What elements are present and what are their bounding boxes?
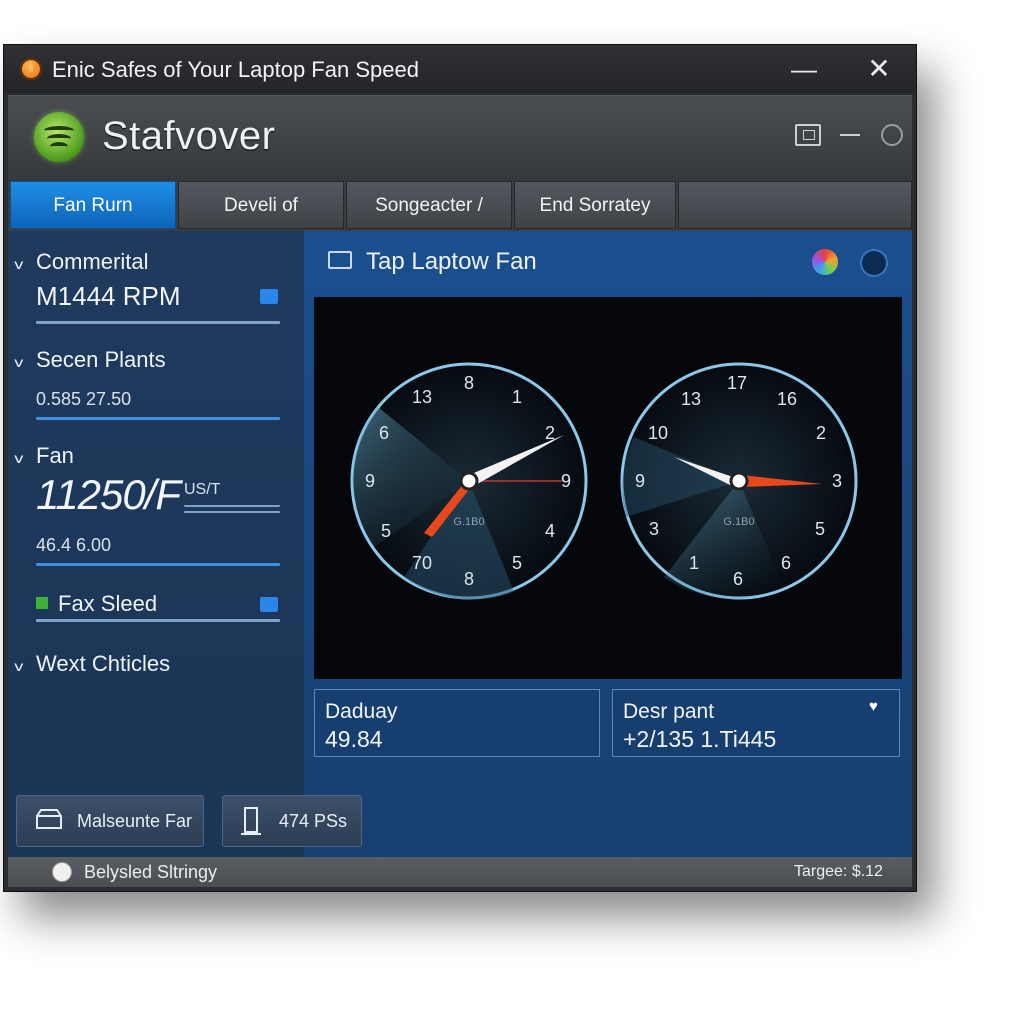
maintenance-button[interactable]: Malseunte Far [16,795,204,847]
window-title: Enic Safes of Your Laptop Fan Speed [52,57,419,82]
gauge-number: 9 [365,471,375,491]
divider [184,505,280,507]
app-header: Stafvover [8,95,912,182]
status-bar: Belysled Sltringy Targee: $.12 [8,857,912,887]
gauge-left: 8 1 2 9 4 5 8 70 5 9 6 13 G.1B0 [350,362,588,600]
divider [36,619,280,622]
section-wext-chticles[interactable]: v Wext Chticles [14,651,171,677]
chevron-down-icon: v [14,658,24,674]
toggle-square[interactable] [260,597,278,612]
tab-end-sorratey[interactable]: End Sorratey [514,181,676,229]
gauge-number: 2 [816,423,826,443]
section-title: Commerital [36,249,149,274]
gauge-center-label: G.1B0 [453,516,484,528]
gauge-display: 8 1 2 9 4 5 8 70 5 9 6 13 G.1B0 17 16 2 … [314,297,902,679]
gauge-number: 3 [832,471,842,491]
gauge-number: 9 [561,471,571,491]
gauge-number: 9 [635,471,645,491]
divider [36,321,280,324]
chevron-down-icon: v [14,256,24,272]
section-fan[interactable]: v Fan [14,443,74,469]
status-radio[interactable] [52,862,72,882]
heart-icon[interactable]: ♥ [869,698,889,715]
gauge-number: 16 [777,389,797,409]
gauge-number: 13 [412,387,432,407]
gauge-number: 3 [649,519,659,539]
section-title: Fan [36,443,74,468]
tab-empty[interactable] [678,181,912,229]
title-bar: Enic Safes of Your Laptop Fan Speed — ✕ [4,45,916,93]
gauge-number: 4 [545,521,555,541]
toggle-square[interactable] [260,289,278,304]
tab-fan-rurn[interactable]: Fan Rurn [10,181,176,229]
tab-bar: Fan Rurn Develi of Songeacter / End Sorr… [8,181,912,231]
gauge-number: 8 [464,373,474,393]
gauge-number: 1 [512,387,522,407]
app-icon [20,58,42,80]
gauge-number: 8 [464,569,474,589]
readout-label: Daduay [325,700,398,723]
panel-header: Tap Laptow Fan [304,231,912,289]
rpm-value: M1444 RPM [36,281,181,311]
minimize-dash-icon[interactable] [840,134,860,136]
logo-icon [34,112,84,162]
logo-text: Stafvover [102,114,276,158]
readout-value: 49.84 [325,726,383,752]
circle-icon[interactable] [881,124,903,146]
app-window: Enic Safes of Your Laptop Fan Speed — ✕ … [3,44,917,892]
gauge-number: 1 [689,553,699,573]
tab-develi-of[interactable]: Develi of [178,181,344,229]
gauge-number: 17 [727,373,747,393]
section-fax-sleed[interactable]: Fax Sleed [58,591,157,617]
section-title: Wext Chticles [36,651,171,676]
sidebar: v Commerital M1444 RPM v Secen Plants 0.58… [8,231,304,857]
readout-value: +2/135 1.Ti445 [623,726,777,752]
gauge-number: 6 [733,569,743,589]
fan-unit: US/T [184,481,221,498]
gauge-right: 17 16 2 3 5 6 6 1 3 9 10 13 G.1B0 [620,362,858,600]
section-title: Secen Plants [36,347,166,372]
divider [184,511,280,513]
main-panel: Tap Laptow Fan 8 1 2 9 4 5 8 70 5 9 6 13… [304,231,912,857]
button-label: 474 PSs [279,811,348,831]
battery-icon [241,806,263,841]
status-right-text: Targee: $.12 [794,863,883,880]
chevron-down-icon: v [14,450,24,466]
display-icon[interactable] [795,124,821,146]
divider [36,563,280,566]
gauge-number: 70 [412,553,432,573]
status-left-text: Belysled Sltringy [84,862,218,882]
close-button[interactable]: ✕ [859,55,899,83]
status-dot-icon [36,597,48,609]
section-secen-plants[interactable]: v Secen Plants [14,347,166,373]
readout-desr-pant: Desr pant +2/135 1.Ti445 ♥ [612,689,900,757]
color-wheel-icon[interactable] [812,249,838,275]
drive-icon [33,808,65,839]
button-label: Malseunte Far [77,811,193,831]
gauge-number: 10 [648,423,668,443]
readout-label: Desr pant [623,700,715,723]
plants-value: 0.585 27.50 [36,389,132,409]
minimize-button[interactable]: — [784,55,824,83]
panel-title: Tap Laptow Fan [366,248,537,275]
fan-speed-value: 11250/F [36,471,181,518]
tab-songeacter[interactable]: Songeacter / [346,181,512,229]
gauge-number: 5 [512,553,522,573]
fan-sub-value: 46.4 6.00 [36,535,112,555]
gauge-number: 5 [815,519,825,539]
section-commerital[interactable]: v Commerital [14,249,149,275]
gauge-number: 6 [781,553,791,573]
gauge-number: 6 [379,423,389,443]
gauge-number: 5 [381,521,391,541]
image-icon [328,251,352,269]
pss-button[interactable]: 474 PSs [222,795,362,847]
gauge-center-label: G.1B0 [723,516,754,528]
divider [36,417,280,420]
chevron-down-icon: v [14,354,24,370]
compass-icon[interactable] [860,249,888,277]
gauge-number: 13 [681,389,701,409]
readout-daduay: Daduay 49.84 [314,689,600,757]
